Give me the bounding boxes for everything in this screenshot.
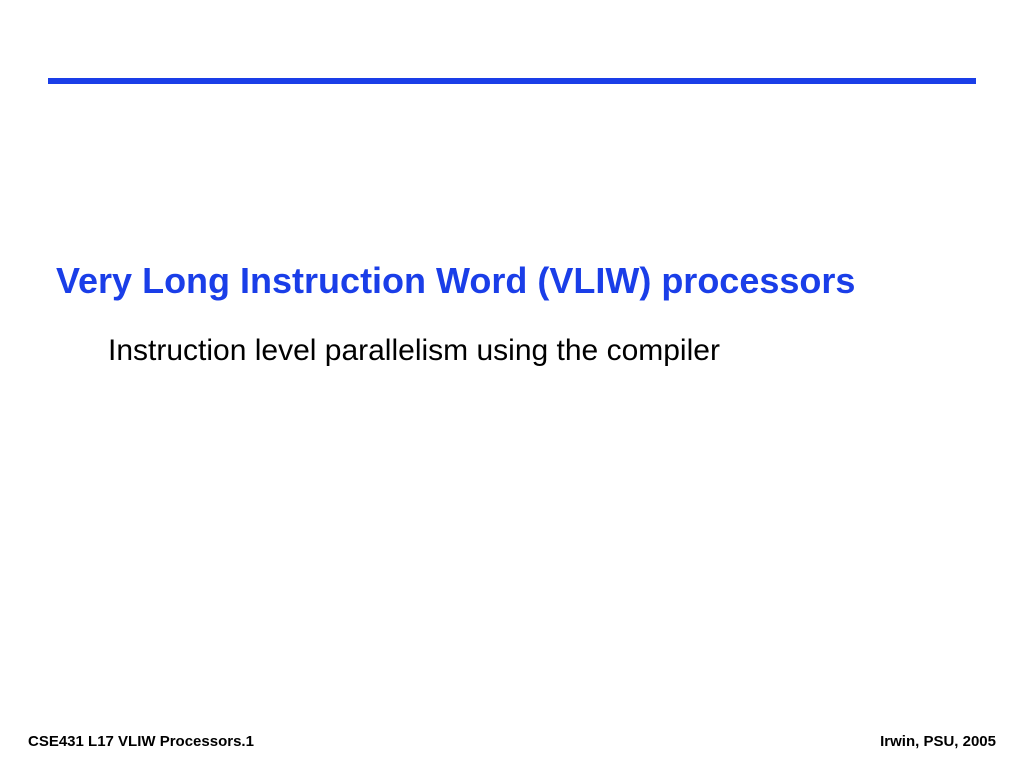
footer-left: CSE431 L17 VLIW Processors.1 <box>28 733 254 750</box>
top-divider <box>48 78 976 84</box>
slide-title: Very Long Instruction Word (VLIW) proces… <box>56 259 968 302</box>
footer-right: Irwin, PSU, 2005 <box>880 733 996 750</box>
slide-body: Instruction level parallelism using the … <box>108 332 968 370</box>
